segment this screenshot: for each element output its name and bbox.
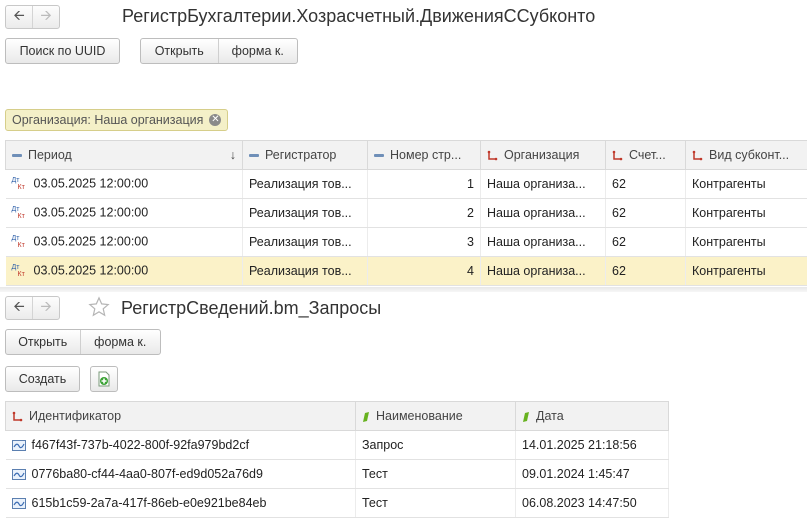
sort-desc-icon: ↓	[230, 148, 236, 162]
name-cell: Тест	[356, 489, 516, 518]
subconto-kind-cell: Контрагенты	[686, 257, 807, 286]
dimension-icon	[612, 150, 623, 161]
period-cell: ДтКт03.05.2025 12:00:00	[6, 170, 243, 199]
line-number-cell: 4	[368, 257, 481, 286]
arrow-left-icon: 🡨	[13, 5, 24, 29]
arrow-left-icon: 🡨	[13, 296, 24, 320]
table-row[interactable]: 0776ba80-cf44-4aa0-807f-ed9d052a76d9Тест…	[6, 460, 669, 489]
create-button[interactable]: Создать	[5, 366, 80, 392]
add-copy-button[interactable]	[90, 366, 118, 392]
open-button[interactable]: Открыть	[141, 39, 218, 63]
line-number-cell: 3	[368, 228, 481, 257]
window-separator	[0, 287, 807, 292]
subconto-kind-cell: Контрагенты	[686, 228, 807, 257]
register-record-icon	[12, 440, 26, 451]
arrow-right-icon: 🡪	[40, 296, 51, 320]
open-button[interactable]: Открыть	[6, 330, 80, 354]
identifier-cell: f467f43f-737b-4022-800f-92fa979bd2cf	[6, 431, 356, 460]
table-row[interactable]: ДтКт03.05.2025 12:00:00Реализация тов...…	[6, 257, 807, 286]
registrar-cell: Реализация тов...	[243, 228, 368, 257]
organization-cell: Наша организа...	[481, 170, 606, 199]
back-button[interactable]: 🡨	[6, 297, 32, 319]
forward-button[interactable]: 🡪	[32, 297, 59, 319]
subconto-kind-cell: Контрагенты	[686, 199, 807, 228]
arrow-right-icon: 🡪	[40, 5, 51, 29]
accounting-record-icon: ДтКт	[12, 205, 28, 221]
name-cell: Тест	[356, 460, 516, 489]
table-header: Период ↓ Регистратор Номер стр... Органи…	[6, 141, 807, 170]
page-title-2: РегистрСведений.bm_Запросы	[121, 298, 381, 319]
field-icon	[249, 154, 259, 157]
movements-table: Период ↓ Регистратор Номер стр... Органи…	[5, 140, 807, 286]
organization-cell: Наша организа...	[481, 199, 606, 228]
forward-button[interactable]: 🡪	[32, 6, 59, 28]
star-icon[interactable]	[88, 296, 110, 318]
table-row[interactable]: ДтКт03.05.2025 12:00:00Реализация тов...…	[6, 199, 807, 228]
name-cell: Запрос	[356, 431, 516, 460]
field-icon	[12, 154, 22, 157]
date-cell: 06.08.2023 14:47:50	[516, 489, 669, 518]
column-date[interactable]: Дата	[516, 402, 669, 431]
column-name[interactable]: Наименование	[356, 402, 516, 431]
form-button[interactable]: форма к.	[218, 39, 298, 63]
column-identifier[interactable]: Идентификатор	[6, 402, 356, 431]
period-cell: ДтКт03.05.2025 12:00:00	[6, 257, 243, 286]
page-title: РегистрБухгалтерии.Хозрасчетный.Движения…	[122, 6, 595, 27]
table-row[interactable]: 615b1c59-2a7a-417f-86eb-e0e921be84ebТест…	[6, 489, 669, 518]
identifier-cell: 615b1c59-2a7a-417f-86eb-e0e921be84eb	[6, 489, 356, 518]
period-cell: ДтКт03.05.2025 12:00:00	[6, 199, 243, 228]
resource-icon	[522, 411, 530, 423]
date-cell: 09.01.2024 1:45:47	[516, 460, 669, 489]
accounting-record-icon: ДтКт	[12, 234, 28, 250]
filter-badge[interactable]: Организация: Наша организация ✕	[5, 109, 228, 131]
registrar-cell: Реализация тов...	[243, 199, 368, 228]
date-cell: 14.01.2025 21:18:56	[516, 431, 669, 460]
line-number-cell: 1	[368, 170, 481, 199]
account-cell: 62	[606, 228, 686, 257]
form-button[interactable]: форма к.	[80, 330, 160, 354]
period-cell: ДтКт03.05.2025 12:00:00	[6, 228, 243, 257]
table-row[interactable]: ДтКт03.05.2025 12:00:00Реализация тов...…	[6, 170, 807, 199]
search-uuid-button[interactable]: Поиск по UUID	[5, 38, 120, 64]
dimension-icon	[12, 411, 23, 422]
open-form-group-2: Открыть форма к.	[5, 329, 161, 355]
dimension-icon	[692, 150, 703, 161]
column-subconto-kind[interactable]: Вид субконт...	[686, 141, 807, 170]
register-record-icon	[12, 469, 26, 480]
close-icon[interactable]: ✕	[209, 114, 221, 126]
registrar-cell: Реализация тов...	[243, 170, 368, 199]
column-organization[interactable]: Организация	[481, 141, 606, 170]
back-button[interactable]: 🡨	[6, 6, 32, 28]
nav-buttons-2: 🡨 🡪	[5, 296, 60, 320]
column-account[interactable]: Счет...	[606, 141, 686, 170]
account-cell: 62	[606, 257, 686, 286]
column-period[interactable]: Период ↓	[6, 141, 243, 170]
accounting-record-icon: ДтКт	[12, 263, 28, 279]
field-icon	[374, 154, 384, 157]
column-registrar[interactable]: Регистратор	[243, 141, 368, 170]
nav-buttons: 🡨 🡪	[5, 5, 60, 29]
organization-cell: Наша организа...	[481, 228, 606, 257]
line-number-cell: 2	[368, 199, 481, 228]
table-row[interactable]: ДтКт03.05.2025 12:00:00Реализация тов...…	[6, 228, 807, 257]
identifier-cell: 0776ba80-cf44-4aa0-807f-ed9d052a76d9	[6, 460, 356, 489]
table-header: Идентификатор Наименование Дата	[6, 402, 669, 431]
open-form-group: Открыть форма к.	[140, 38, 298, 64]
requests-table: Идентификатор Наименование Дата f467f43f…	[5, 401, 669, 518]
subconto-kind-cell: Контрагенты	[686, 170, 807, 199]
account-cell: 62	[606, 170, 686, 199]
register-record-icon	[12, 498, 26, 509]
account-cell: 62	[606, 199, 686, 228]
add-document-icon	[96, 371, 112, 387]
registrar-cell: Реализация тов...	[243, 257, 368, 286]
dimension-icon	[487, 150, 498, 161]
filter-label: Организация: Наша организация	[12, 113, 203, 127]
resource-icon	[362, 411, 370, 423]
organization-cell: Наша организа...	[481, 257, 606, 286]
column-line-number[interactable]: Номер стр...	[368, 141, 481, 170]
table-row[interactable]: f467f43f-737b-4022-800f-92fa979bd2cfЗапр…	[6, 431, 669, 460]
accounting-record-icon: ДтКт	[12, 176, 28, 192]
